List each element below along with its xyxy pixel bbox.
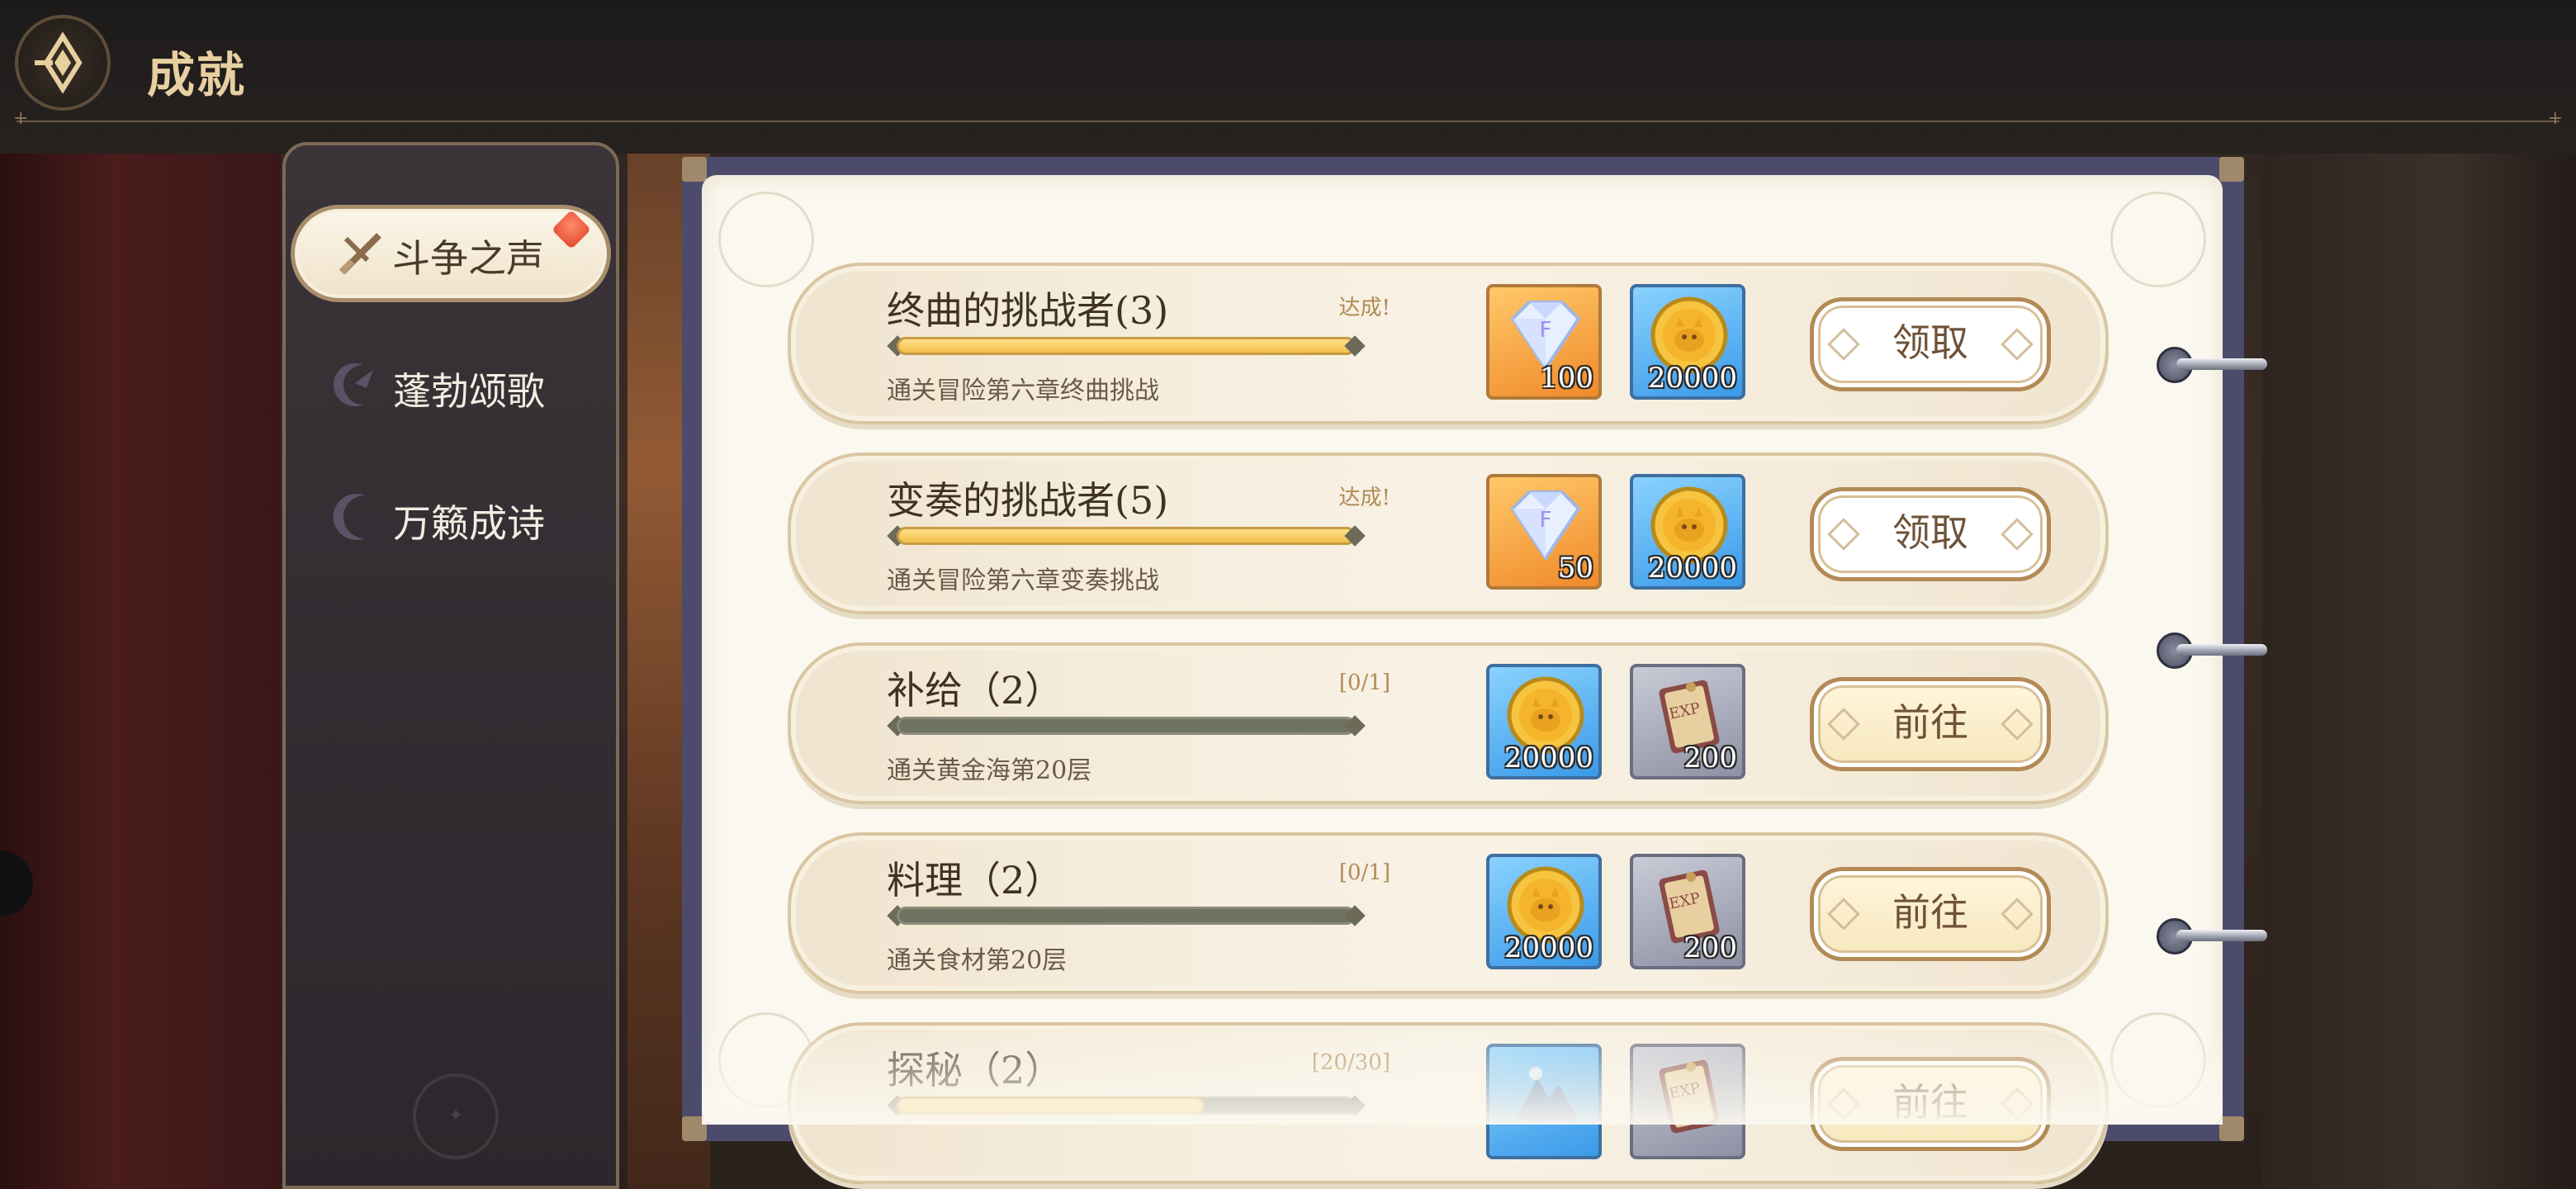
reward-quantity: 20000 bbox=[1647, 362, 1737, 395]
achievement-card: 变奏的挑战者(5) 达成! 通关冒险第六章变奏挑战 F 50 20000 领取 bbox=[788, 452, 2109, 614]
achievement-name: 补给（2） bbox=[887, 668, 1063, 713]
claim-button[interactable]: 领取 bbox=[1810, 297, 2051, 391]
corner-ornament bbox=[2219, 157, 2244, 182]
achievement-status: 达成! bbox=[1338, 296, 1390, 320]
reward-quantity: 100 bbox=[1540, 362, 1593, 395]
background-shelf bbox=[2262, 154, 2576, 1189]
corner-ornament bbox=[682, 157, 707, 182]
corner-ornament bbox=[682, 1116, 707, 1141]
achievement-status: [20/30] bbox=[1311, 1050, 1390, 1075]
sidebar-item-poem[interactable]: 万籁成诗 bbox=[330, 487, 578, 553]
achievement-description: 通关黄金海第20层 bbox=[887, 756, 1092, 785]
reward-item[interactable]: 20000 bbox=[1486, 664, 1602, 779]
sidebar-item-label: 蓬勃颂歌 bbox=[393, 369, 545, 414]
progress-bar bbox=[887, 905, 1366, 926]
achievement-description: 通关食材第20层 bbox=[887, 946, 1068, 975]
progress-bar bbox=[887, 335, 1366, 357]
page-flourish bbox=[2110, 1012, 2206, 1108]
reward-item[interactable]: 20000 bbox=[1630, 284, 1745, 400]
reward-item[interactable]: 20000 bbox=[1486, 854, 1602, 969]
progress-bar bbox=[887, 715, 1366, 737]
reward-quantity: 50 bbox=[1557, 552, 1593, 585]
background-curtain bbox=[0, 154, 281, 1189]
achievement-status: [0/1] bbox=[1338, 860, 1390, 885]
page-flourish bbox=[2110, 192, 2206, 287]
go-button[interactable]: 前往 bbox=[1810, 1057, 2051, 1151]
reward-item[interactable]: 20000 bbox=[1630, 474, 1745, 590]
binder-ring bbox=[2157, 347, 2269, 385]
achievement-card: 补给（2） [0/1] 通关黄金海第20层 20000 EXP 200 前往 bbox=[788, 642, 2109, 804]
reward-item[interactable]: F 100 bbox=[1486, 284, 1602, 400]
corner-ornament bbox=[2219, 1116, 2244, 1141]
go-button[interactable]: 前往 bbox=[1810, 867, 2051, 961]
achievement-description: 通关冒险第六章变奏挑战 bbox=[887, 566, 1159, 595]
reward-quantity: 20000 bbox=[1503, 741, 1593, 775]
reward-quantity: 20000 bbox=[1647, 552, 1737, 585]
top-bar: 成就 bbox=[0, 0, 2576, 154]
achievement-name: 变奏的挑战者(5) bbox=[887, 478, 1169, 523]
crescent-leaf-icon bbox=[334, 363, 373, 406]
sidebar-item-struggle[interactable]: 斗争之声 bbox=[291, 205, 611, 302]
achievement-card: 终曲的挑战者(3) 达成! 通关冒险第六章终曲挑战 F 100 20000 领取 bbox=[788, 263, 2109, 424]
binder-ring bbox=[2157, 632, 2269, 670]
reward-quantity: 200 bbox=[1683, 741, 1737, 775]
achievement-card: 料理（2） [0/1] 通关食材第20层 20000 EXP 200 前往 bbox=[788, 832, 2109, 994]
new-badge bbox=[551, 209, 592, 250]
header-divider bbox=[13, 108, 2563, 129]
reward-item[interactable]: F 50 bbox=[1486, 474, 1602, 590]
progress-bar bbox=[887, 1095, 1366, 1116]
adventure-icon bbox=[1499, 1054, 1592, 1139]
achievement-name: 探秘（2） bbox=[887, 1048, 1063, 1092]
back-diamond-icon bbox=[35, 31, 83, 94]
reward-quantity: 200 bbox=[1683, 931, 1737, 964]
progress-bar bbox=[887, 525, 1366, 547]
exp-ticket-icon: EXP bbox=[1643, 1054, 1735, 1139]
svg-text:F: F bbox=[1540, 508, 1552, 533]
achievement-status: 达成! bbox=[1338, 486, 1390, 510]
sidebar-item-ode[interactable]: 蓬勃颂歌 bbox=[330, 355, 578, 421]
page-title: 成就 bbox=[147, 47, 247, 103]
crescent-moon-icon bbox=[333, 494, 365, 540]
reward-item[interactable]: EXP bbox=[1630, 1044, 1745, 1159]
swords-icon bbox=[339, 233, 381, 275]
achievement-card: 探秘（2） [20/30] EXP 前往 bbox=[788, 1022, 2109, 1184]
sidebar-item-label: 斗争之声 bbox=[392, 236, 544, 281]
binder-ring bbox=[2157, 918, 2269, 956]
go-button[interactable]: 前往 bbox=[1810, 677, 2051, 771]
sidebar-item-label: 万籁成诗 bbox=[393, 501, 545, 546]
reward-item[interactable]: EXP 200 bbox=[1630, 664, 1745, 779]
emblem-icon: ✦ bbox=[413, 1073, 499, 1159]
achievement-status: [0/1] bbox=[1338, 670, 1390, 695]
reward-item[interactable]: EXP 200 bbox=[1630, 854, 1745, 969]
achievement-description: 通关冒险第六章终曲挑战 bbox=[887, 377, 1159, 405]
back-button[interactable] bbox=[15, 15, 111, 111]
achievement-name: 终曲的挑战者(3) bbox=[887, 288, 1169, 333]
reward-quantity: 20000 bbox=[1503, 931, 1593, 964]
claim-button[interactable]: 领取 bbox=[1810, 487, 2051, 581]
reward-item[interactable] bbox=[1486, 1044, 1602, 1159]
svg-text:F: F bbox=[1540, 318, 1552, 343]
achievement-name: 料理（2） bbox=[887, 858, 1063, 902]
